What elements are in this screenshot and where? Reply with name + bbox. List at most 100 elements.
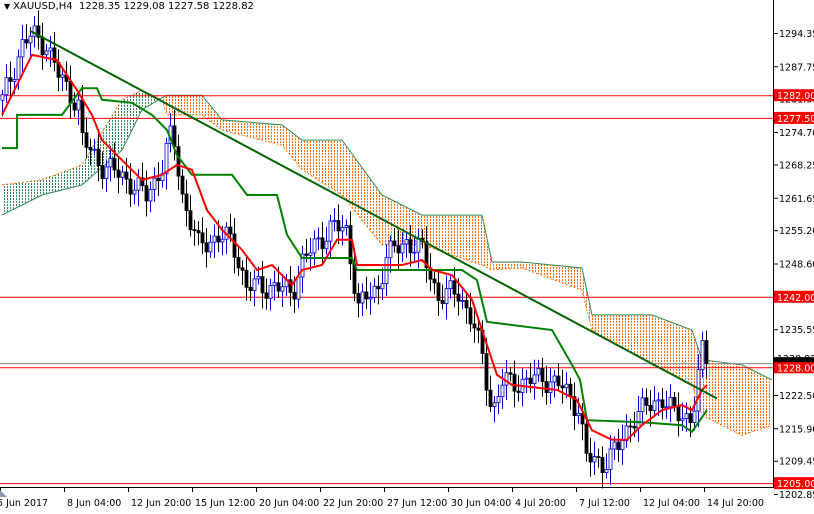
level-price-label: 1242.00 — [777, 293, 814, 304]
y-tick-label: 1274.70 — [779, 128, 814, 139]
candle-body — [496, 396, 501, 404]
candle-body — [356, 293, 361, 304]
candle-body — [296, 276, 301, 300]
y-tick-label: 1215.90 — [779, 424, 814, 435]
x-tick-label: 30 Jun 04:00 — [451, 498, 511, 509]
candle-body — [404, 239, 409, 245]
candle-body — [560, 385, 565, 389]
candle-body — [692, 410, 697, 424]
candle-body — [108, 158, 113, 168]
candle-body — [552, 375, 557, 383]
candle-body — [700, 340, 705, 371]
y-tick-label: 1268.25 — [779, 160, 814, 171]
y-tick-label: 1222.50 — [779, 391, 814, 402]
y-tick-label: 1255.20 — [779, 226, 814, 237]
candle-body — [124, 171, 129, 180]
y-tick-label: 1235.55 — [779, 325, 814, 336]
candle-body — [676, 405, 681, 422]
chart-title: ▼ XAUUSD,H4 1228.35 1229.08 1227.58 1228.… — [4, 1, 254, 12]
candle-body — [112, 158, 117, 171]
tenkan-sen-line — [1, 53, 708, 441]
candle-body — [292, 291, 297, 300]
candle-body — [600, 456, 605, 474]
candle-body — [568, 383, 573, 398]
symbol-label: XAUUSD,H4 — [13, 1, 73, 12]
y-tick-label: 1287.75 — [779, 62, 814, 73]
candle-body — [664, 406, 669, 409]
candle-body — [272, 282, 277, 286]
candle-body — [4, 77, 9, 96]
candle-body — [164, 142, 169, 175]
candle-body — [648, 405, 653, 411]
candle-body — [656, 399, 661, 402]
candle-body — [536, 368, 541, 376]
candle-body — [548, 381, 553, 393]
level-price-label: 1205.00 — [777, 479, 814, 490]
y-tick-label: 1294.35 — [779, 29, 814, 40]
candle-body — [96, 148, 101, 166]
candle-body — [196, 230, 201, 234]
candle-body — [312, 238, 317, 254]
time-axis[interactable]: 5 Jun 2017 8 Jun 04:00 12 Jun 20:00 15 Jun … — [0, 487, 764, 509]
candle-body — [276, 282, 281, 292]
candle-body — [412, 251, 417, 254]
indicator-lines — [1, 29, 718, 441]
candle-body — [336, 220, 341, 232]
candle-body — [148, 189, 153, 202]
candle-body — [456, 293, 461, 302]
candle-body — [644, 397, 649, 406]
candle-body — [268, 285, 273, 299]
cloud-segment — [702, 359, 742, 436]
price-axis[interactable]: 1294.351287.751281.301274.701268.251261.… — [774, 29, 814, 501]
candle-body — [328, 220, 333, 242]
candle-body — [620, 440, 625, 451]
candle-body — [84, 132, 89, 148]
candle-body — [504, 372, 509, 386]
cloud-segment — [492, 261, 522, 271]
triangle-down-icon[interactable]: ▼ — [4, 2, 10, 11]
candle-body — [440, 300, 445, 304]
candle-body — [604, 469, 609, 474]
candle-body — [524, 377, 529, 380]
y-tick-label: 1202.85 — [779, 490, 814, 501]
candle-body — [660, 399, 665, 408]
candle-body — [248, 286, 253, 291]
candle-body — [360, 291, 365, 304]
candle-body — [264, 292, 269, 299]
x-tick-label: 27 Jun 12:00 — [387, 498, 447, 509]
scroll-marker-icon[interactable] — [0, 490, 7, 497]
candle-body — [280, 286, 285, 292]
price-chart[interactable]: 1294.351287.751281.301274.701268.251261.… — [0, 0, 814, 514]
cloud-segment — [742, 364, 772, 436]
level-price-label: 1282.00 — [777, 91, 814, 102]
candle-body — [92, 148, 97, 151]
candle-body — [400, 243, 405, 254]
candle-body — [632, 426, 637, 429]
candle-body — [208, 241, 213, 253]
candle-body — [684, 413, 689, 420]
candle-body — [304, 253, 309, 256]
candle-body — [324, 240, 329, 250]
candle-body — [172, 125, 177, 148]
candle-body — [696, 369, 701, 412]
candle-body — [408, 239, 413, 254]
candle-body — [436, 282, 441, 301]
candle-body — [488, 389, 493, 407]
y-tick-label: 1209.45 — [779, 457, 814, 468]
candle-body — [532, 374, 537, 385]
candle-body — [680, 418, 685, 422]
candle-body — [8, 77, 13, 82]
candle-body — [704, 340, 709, 365]
candle-body — [528, 377, 533, 385]
candle-body — [228, 226, 233, 235]
candle-body — [432, 278, 437, 284]
candle-body — [16, 56, 21, 80]
candle-body — [376, 285, 381, 290]
candle-body — [332, 220, 337, 222]
candle-body — [448, 280, 453, 290]
y-tick-label: 1261.65 — [779, 194, 814, 205]
candle-body — [20, 39, 25, 58]
candle-body — [200, 232, 205, 244]
candle-body — [28, 35, 33, 44]
candle-body — [316, 237, 321, 240]
